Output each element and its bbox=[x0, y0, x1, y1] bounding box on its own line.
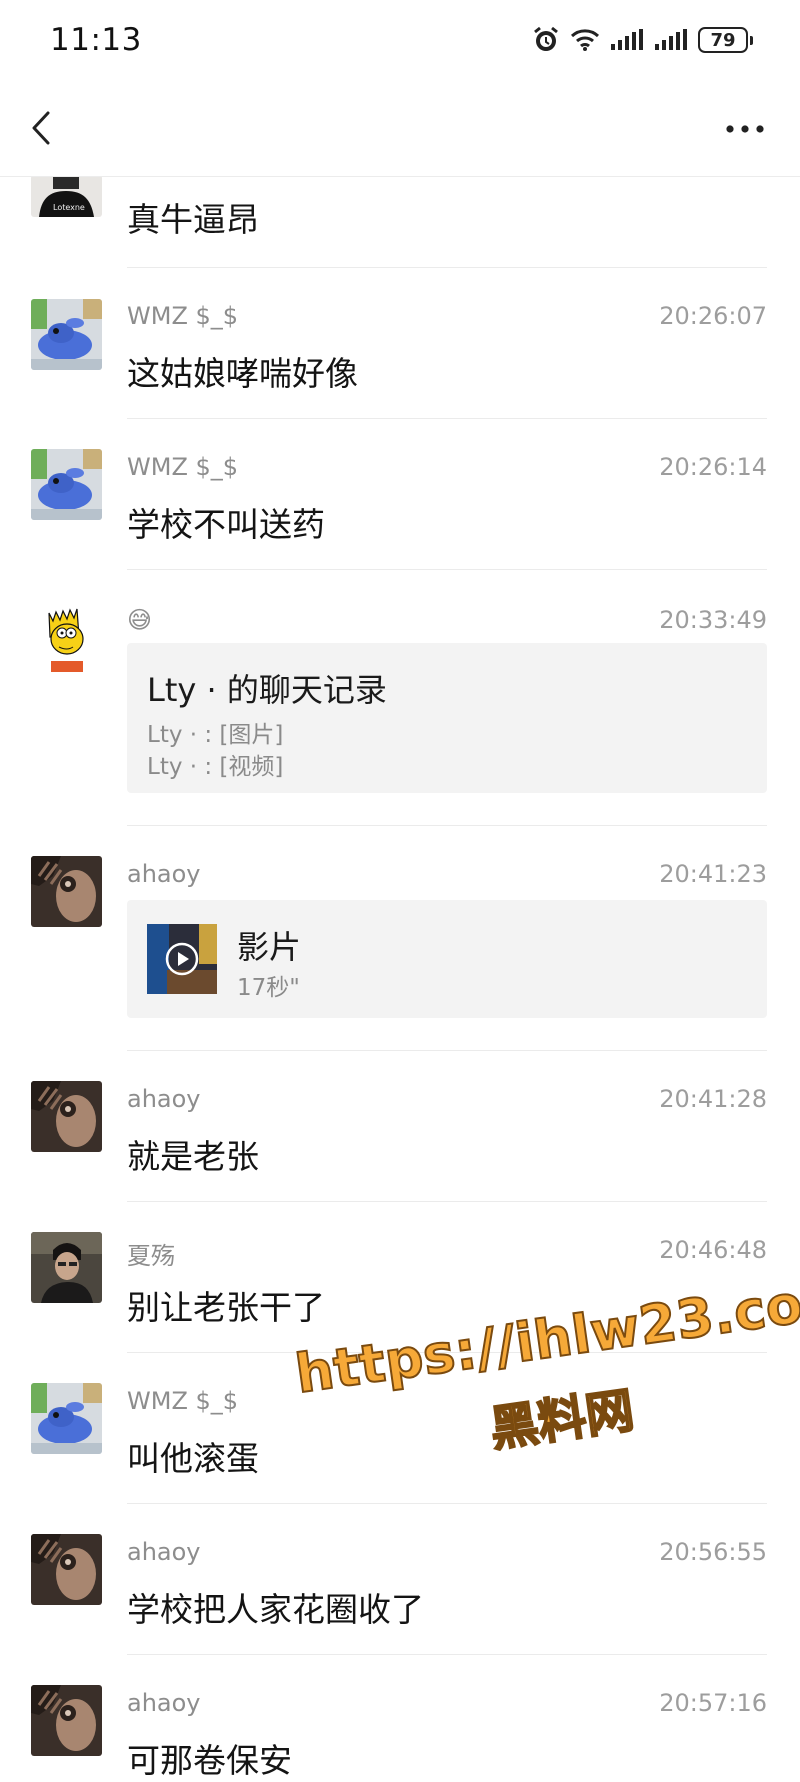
message-text: 学校不叫送药 bbox=[127, 505, 325, 544]
more-horizontal-icon bbox=[725, 119, 765, 138]
list-item[interactable]: ahaoy 20:57:16 可那卷保安 bbox=[0, 1654, 800, 1780]
card-line: Lty · : [图片] bbox=[147, 722, 284, 748]
message-time: 20:57:16 bbox=[659, 1689, 767, 1717]
message-text: 这姑娘哮喘好像 bbox=[127, 354, 358, 393]
avatar[interactable]: Lotexne bbox=[31, 175, 102, 217]
card-title: Lty · 的聊天记录 bbox=[147, 671, 387, 709]
message-text: 学校把人家花圈收了 bbox=[127, 1590, 424, 1629]
video-duration: 17秒" bbox=[237, 975, 300, 1001]
message-text: 真牛逼昂 bbox=[127, 200, 259, 239]
message-text: 别让老张干了 bbox=[127, 1288, 325, 1327]
list-item[interactable]: WMZ $_$ 叫他滚蛋 bbox=[0, 1352, 800, 1504]
message-time: 20:33:49 bbox=[659, 606, 767, 634]
sender-name: WMZ $_$ bbox=[127, 302, 239, 330]
sender-name: 夏殇 bbox=[127, 1242, 175, 1270]
message-time: 20:46:48 bbox=[659, 1236, 767, 1264]
list-item[interactable]: ahaoy 20:56:55 学校把人家花圈收了 bbox=[0, 1503, 800, 1655]
list-item[interactable]: ahaoy 20:41:23 影片 17秒" bbox=[0, 825, 800, 1051]
avatar[interactable] bbox=[31, 1534, 102, 1605]
list-item[interactable]: WMZ $_$ 20:26:07 这姑娘哮喘好像 bbox=[0, 268, 800, 419]
chat-history-list[interactable]: Lotexne 真牛逼昂 WMZ $_$ 20:26:07 这姑娘哮喘好像 WM… bbox=[0, 0, 800, 1780]
navbar bbox=[0, 84, 800, 177]
message-text: 可那卷保安 bbox=[127, 1741, 292, 1780]
avatar[interactable] bbox=[31, 1081, 102, 1152]
sender-name: ahaoy bbox=[127, 1085, 201, 1113]
list-item[interactable]: 夏殇 20:46:48 别让老张干了 bbox=[0, 1201, 800, 1353]
message-time: 20:56:55 bbox=[659, 1538, 767, 1566]
avatar[interactable] bbox=[31, 1685, 102, 1756]
sender-name: WMZ $_$ bbox=[127, 453, 239, 481]
avatar[interactable] bbox=[31, 601, 102, 672]
message-time: 20:26:14 bbox=[659, 453, 767, 481]
video-title: 影片 bbox=[237, 928, 302, 966]
back-button[interactable] bbox=[22, 106, 66, 150]
sender-name: WMZ $_$ bbox=[127, 1387, 239, 1415]
avatar[interactable] bbox=[31, 1232, 102, 1303]
avatar[interactable] bbox=[31, 299, 102, 370]
video-thumbnail[interactable] bbox=[147, 924, 217, 994]
sender-name: ahaoy bbox=[127, 860, 201, 888]
card-line: Lty · : [视频] bbox=[147, 754, 284, 780]
message-time: 20:41:28 bbox=[659, 1085, 767, 1113]
list-item[interactable]: WMZ $_$ 20:26:14 学校不叫送药 bbox=[0, 418, 800, 570]
video-card[interactable]: 影片 17秒" bbox=[127, 900, 767, 1018]
list-item[interactable]: ahaoy 20:41:28 就是老张 bbox=[0, 1050, 800, 1202]
chevron-left-icon bbox=[22, 111, 66, 154]
svg-text:Lotexne: Lotexne bbox=[53, 203, 85, 212]
more-button[interactable] bbox=[720, 108, 770, 148]
avatar[interactable] bbox=[31, 449, 102, 520]
sender-name: ahaoy bbox=[127, 1538, 201, 1566]
sender-name: ahaoy bbox=[127, 1689, 201, 1717]
chat-record-card[interactable]: Lty · 的聊天记录 Lty · : [图片] Lty · : [视频] bbox=[127, 643, 767, 793]
message-text: 就是老张 bbox=[127, 1137, 259, 1176]
avatar[interactable] bbox=[31, 856, 102, 927]
list-item[interactable]: 😅 20:33:49 Lty · 的聊天记录 Lty · : [图片] Lty … bbox=[0, 569, 800, 826]
message-time: 20:26:07 bbox=[659, 302, 767, 330]
avatar[interactable] bbox=[31, 1383, 102, 1454]
message-time: 20:41:23 bbox=[659, 860, 767, 888]
message-text: 叫他滚蛋 bbox=[127, 1439, 259, 1478]
sender-name: 😅 bbox=[127, 606, 153, 634]
